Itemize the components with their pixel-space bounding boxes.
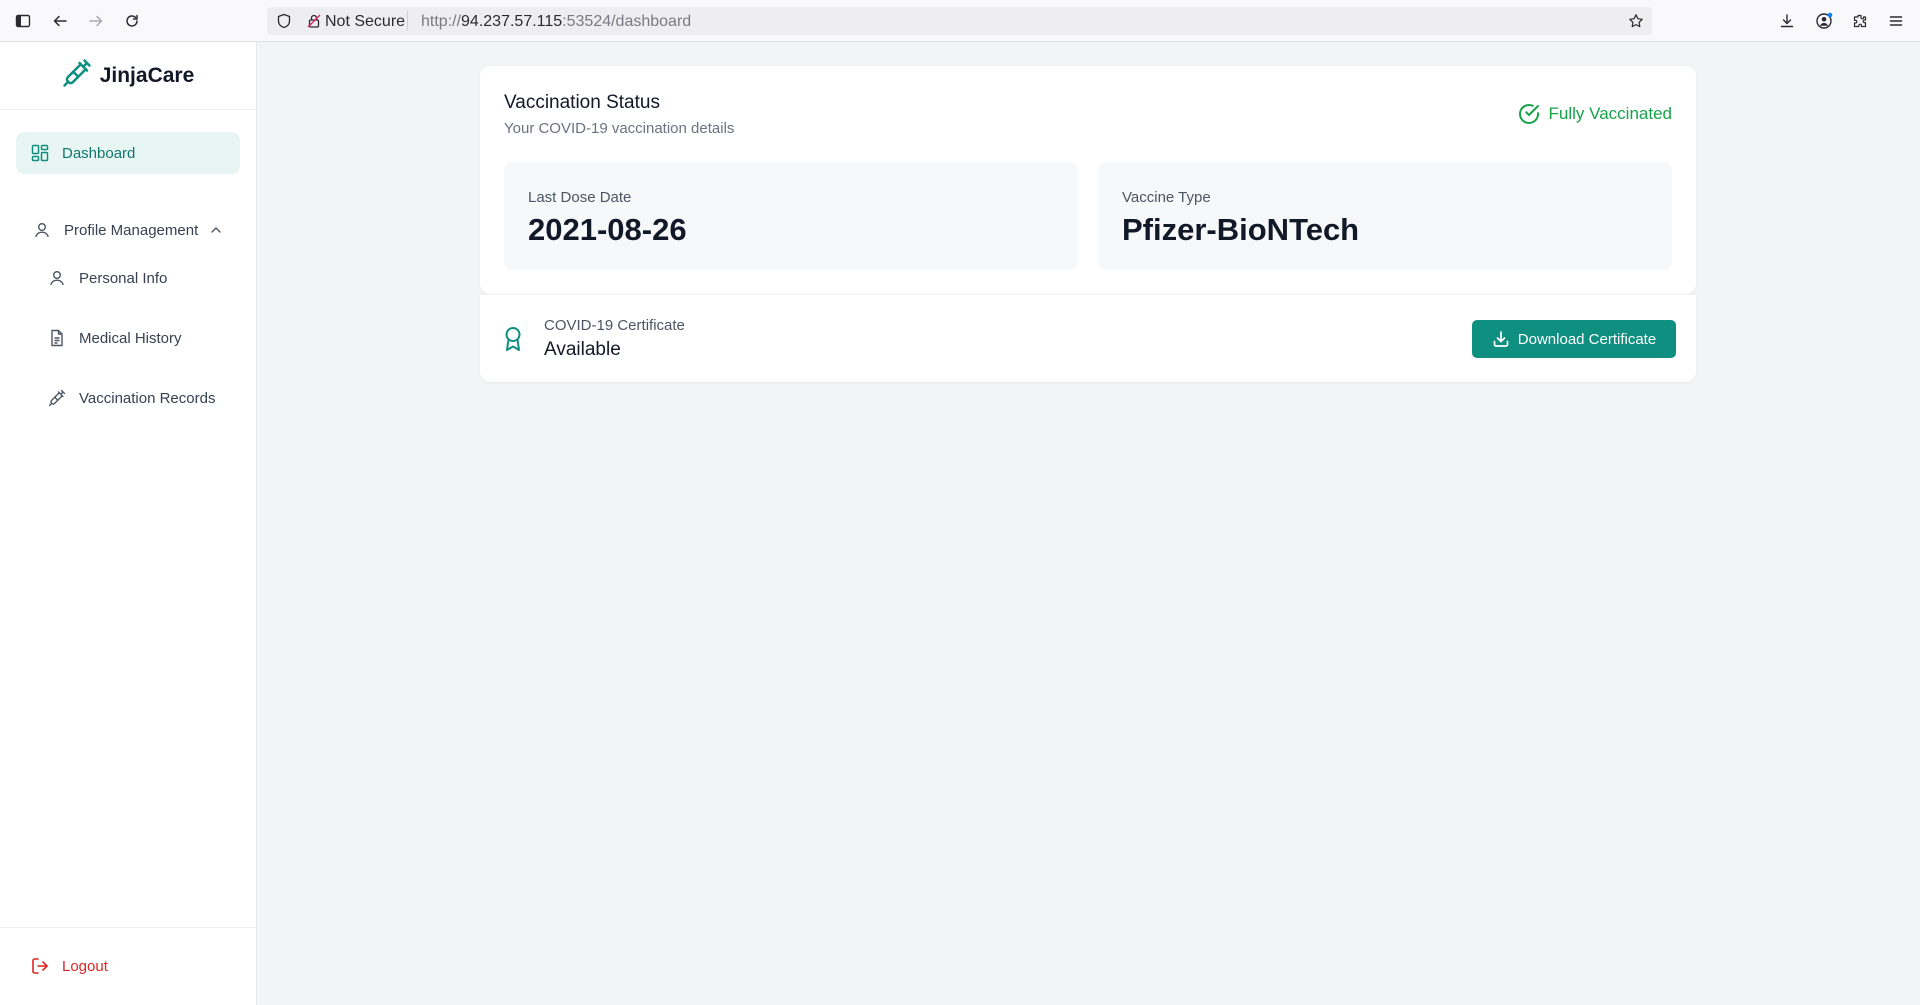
- not-secure-label[interactable]: Not Secure: [325, 13, 405, 31]
- brand-header[interactable]: JinjaCare: [0, 42, 256, 110]
- logout-section: Logout: [0, 927, 256, 1005]
- card-subtitle: Your COVID-19 vaccination details: [504, 120, 735, 137]
- url-text[interactable]: http://94.237.57.115:53524/dashboard: [421, 13, 691, 31]
- account-icon[interactable]: [1812, 9, 1836, 33]
- certificate-label: COVID-19 Certificate: [544, 317, 685, 334]
- sidebar-item-label: Profile Management: [64, 221, 199, 239]
- logout-label: Logout: [62, 957, 108, 975]
- last-dose-box: Last Dose Date 2021-08-26: [504, 162, 1078, 270]
- url-path: :53524/dashboard: [562, 13, 692, 30]
- url-host: 94.237.57.115: [461, 13, 563, 30]
- menu-icon[interactable]: [1884, 9, 1908, 33]
- bookmark-star-icon[interactable]: [1626, 11, 1646, 31]
- sidebar-item-label: Vaccination Records: [79, 389, 216, 407]
- certificate-card: COVID-19 Certificate Available Download …: [480, 294, 1696, 382]
- sidebar-item-label: Personal Info: [79, 269, 168, 287]
- sidebar-item-profile-management[interactable]: Profile Management: [32, 218, 222, 242]
- forward-icon[interactable]: [84, 9, 108, 33]
- insecure-lock-icon[interactable]: [305, 12, 323, 30]
- sidebar-item-vaccination-records[interactable]: Vaccination Records: [47, 386, 215, 410]
- last-dose-value: 2021-08-26: [528, 212, 687, 247]
- vaccine-type-label: Vaccine Type: [1122, 189, 1211, 206]
- sidebar-item-medical-history[interactable]: Medical History: [47, 326, 182, 350]
- sidebar: JinjaCare Dashboard Profile Management P…: [0, 42, 257, 1005]
- check-circle-icon: [1517, 102, 1541, 126]
- card-title: Vaccination Status: [504, 92, 660, 113]
- sidebar-toggle-icon[interactable]: [11, 9, 35, 33]
- address-bar[interactable]: Not Secure http://94.237.57.115:53524/da…: [267, 7, 1652, 35]
- document-icon: [47, 328, 67, 348]
- download-icon: [1492, 330, 1510, 348]
- reload-icon[interactable]: [120, 9, 144, 33]
- chevron-up-icon[interactable]: [210, 224, 222, 236]
- download-button-label: Download Certificate: [1517, 330, 1657, 348]
- vaccine-type-value: Pfizer-BioNTech: [1122, 212, 1360, 247]
- downloads-icon[interactable]: [1775, 9, 1799, 33]
- brand-name: JinjaCare: [99, 63, 195, 87]
- sidebar-item-label: Dashboard: [62, 144, 136, 162]
- logout-button[interactable]: Logout: [30, 956, 108, 976]
- logout-icon: [30, 956, 50, 976]
- extensions-icon[interactable]: [1848, 9, 1872, 33]
- vaccine-type-box: Vaccine Type Pfizer-BioNTech: [1098, 162, 1672, 270]
- url-separator: [407, 11, 408, 31]
- syringe-icon: [47, 388, 67, 408]
- user-icon: [47, 268, 67, 288]
- back-icon[interactable]: [48, 9, 72, 33]
- sidebar-item-dashboard[interactable]: Dashboard: [16, 132, 240, 174]
- sidebar-item-personal-info[interactable]: Personal Info: [47, 266, 167, 290]
- browser-toolbar: Not Secure http://94.237.57.115:53524/da…: [0, 0, 1920, 42]
- status-badge: Fully Vaccinated: [1517, 102, 1672, 126]
- user-icon: [32, 220, 52, 240]
- syringe-logo-icon: [62, 58, 92, 93]
- award-icon: [502, 326, 524, 352]
- sidebar-item-label: Medical History: [79, 329, 182, 347]
- dashboard-icon: [30, 143, 50, 163]
- shield-icon[interactable]: [275, 12, 293, 30]
- certificate-status: Available: [544, 339, 621, 360]
- url-prefix: http://: [421, 13, 462, 30]
- download-certificate-button[interactable]: Download Certificate: [1472, 320, 1676, 358]
- status-text: Fully Vaccinated: [1548, 104, 1672, 123]
- vaccination-status-card: Vaccination Status Your COVID-19 vaccina…: [480, 66, 1696, 294]
- last-dose-label: Last Dose Date: [528, 189, 632, 206]
